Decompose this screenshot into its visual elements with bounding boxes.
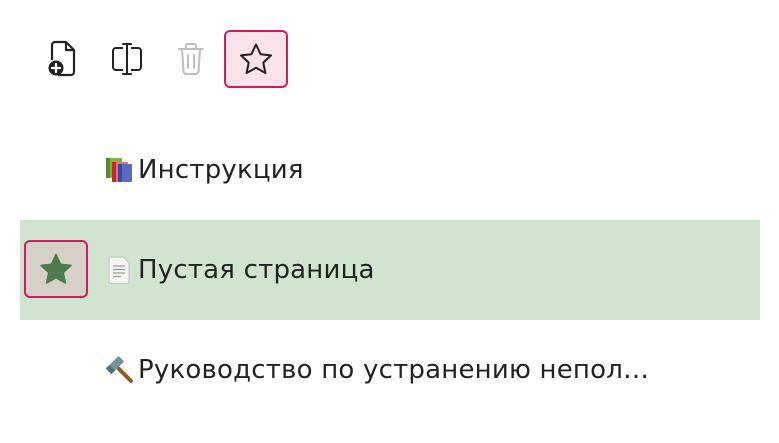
- list-item[interactable]: Инструкция: [20, 120, 760, 220]
- list-item[interactable]: Руководство по устранению непол…: [20, 320, 760, 420]
- new-page-button[interactable]: [32, 30, 94, 88]
- page-list: Инструкция Пустая страница Руководство п…: [20, 120, 760, 420]
- rename-button[interactable]: [96, 30, 158, 88]
- books-emoji-icon: [104, 155, 134, 185]
- favorite-button[interactable]: [224, 30, 288, 88]
- delete-button[interactable]: [160, 30, 222, 88]
- hammer-emoji-icon: [104, 355, 134, 385]
- list-item-content: Руководство по устранению непол…: [104, 320, 649, 420]
- page-title: Инструкция: [138, 155, 304, 185]
- list-item-content: Пустая страница: [104, 220, 375, 320]
- page-list-panel: Инструкция Пустая страница Руководство п…: [0, 0, 779, 443]
- page-title: Пустая страница: [138, 255, 375, 285]
- star-filled-icon: [40, 253, 72, 284]
- favorite-toggle[interactable]: [24, 240, 88, 298]
- star-outline-icon: [240, 43, 272, 74]
- page-title: Руководство по устранению непол…: [138, 355, 650, 385]
- file-plus-icon: [48, 40, 76, 77]
- toolbar: [32, 30, 290, 88]
- text-cursor-icon: [112, 43, 142, 75]
- list-item-selected[interactable]: Пустая страница: [20, 220, 760, 320]
- list-item-content: Инструкция: [104, 120, 304, 220]
- trash-icon: [178, 43, 204, 75]
- page-emoji-icon: [104, 255, 134, 285]
